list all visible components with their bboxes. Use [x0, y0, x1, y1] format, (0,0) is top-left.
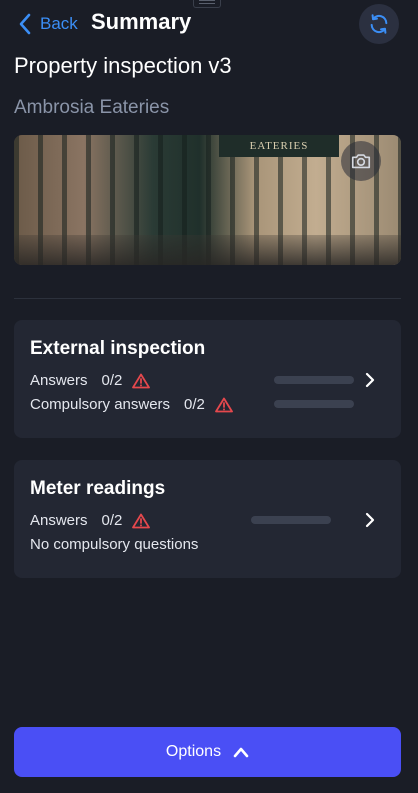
camera-button[interactable] [341, 141, 381, 181]
camera-icon [351, 154, 371, 169]
compulsory-answers-row: Compulsory answers 0/2 [30, 396, 233, 413]
page-title: Property inspection v3 [14, 53, 232, 78]
compulsory-answers-label: Compulsory answers [30, 396, 171, 413]
photo-street [14, 235, 401, 265]
back-button[interactable]: Back [18, 11, 78, 37]
refresh-icon [370, 14, 388, 34]
refresh-button[interactable] [359, 4, 399, 44]
compulsory-progress-bar [274, 400, 354, 408]
divider [14, 298, 401, 299]
answers-progress-bar [251, 516, 331, 524]
chevron-right-icon [365, 512, 375, 528]
warning-icon [132, 513, 151, 528]
answers-label: Answers [30, 512, 88, 529]
answers-label: Answers [30, 372, 88, 389]
chevron-left-icon [19, 13, 31, 35]
section-card-meter-readings[interactable]: Meter readings Answers 0/2 No compulsory… [14, 460, 401, 578]
chevron-right-icon [365, 372, 375, 388]
warning-icon [215, 397, 233, 412]
no-compulsory-note: No compulsory questions [30, 536, 199, 553]
answers-row: Answers 0/2 [30, 512, 151, 529]
navigation-bar: Back Summary [0, 0, 418, 50]
property-name: Ambrosia Eateries [14, 97, 170, 118]
nav-title: Summary [91, 9, 192, 34]
chevron-up-icon [233, 747, 249, 758]
section-title: External inspection [30, 338, 206, 359]
section-card-external-inspection[interactable]: External inspection Answers 0/2 Compulso… [14, 320, 401, 438]
answers-row: Answers 0/2 [30, 372, 151, 389]
compulsory-answers-count: 0/2 [184, 396, 205, 413]
back-label: Back [40, 14, 78, 33]
section-title: Meter readings [30, 478, 166, 499]
storefront-sign: EATERIES [219, 135, 339, 157]
answers-count: 0/2 [101, 512, 123, 529]
options-label: Options [165, 743, 222, 760]
warning-icon [132, 373, 151, 388]
options-button[interactable]: Options [14, 727, 401, 777]
answers-progress-bar [274, 376, 354, 384]
answers-count: 0/2 [101, 372, 123, 389]
